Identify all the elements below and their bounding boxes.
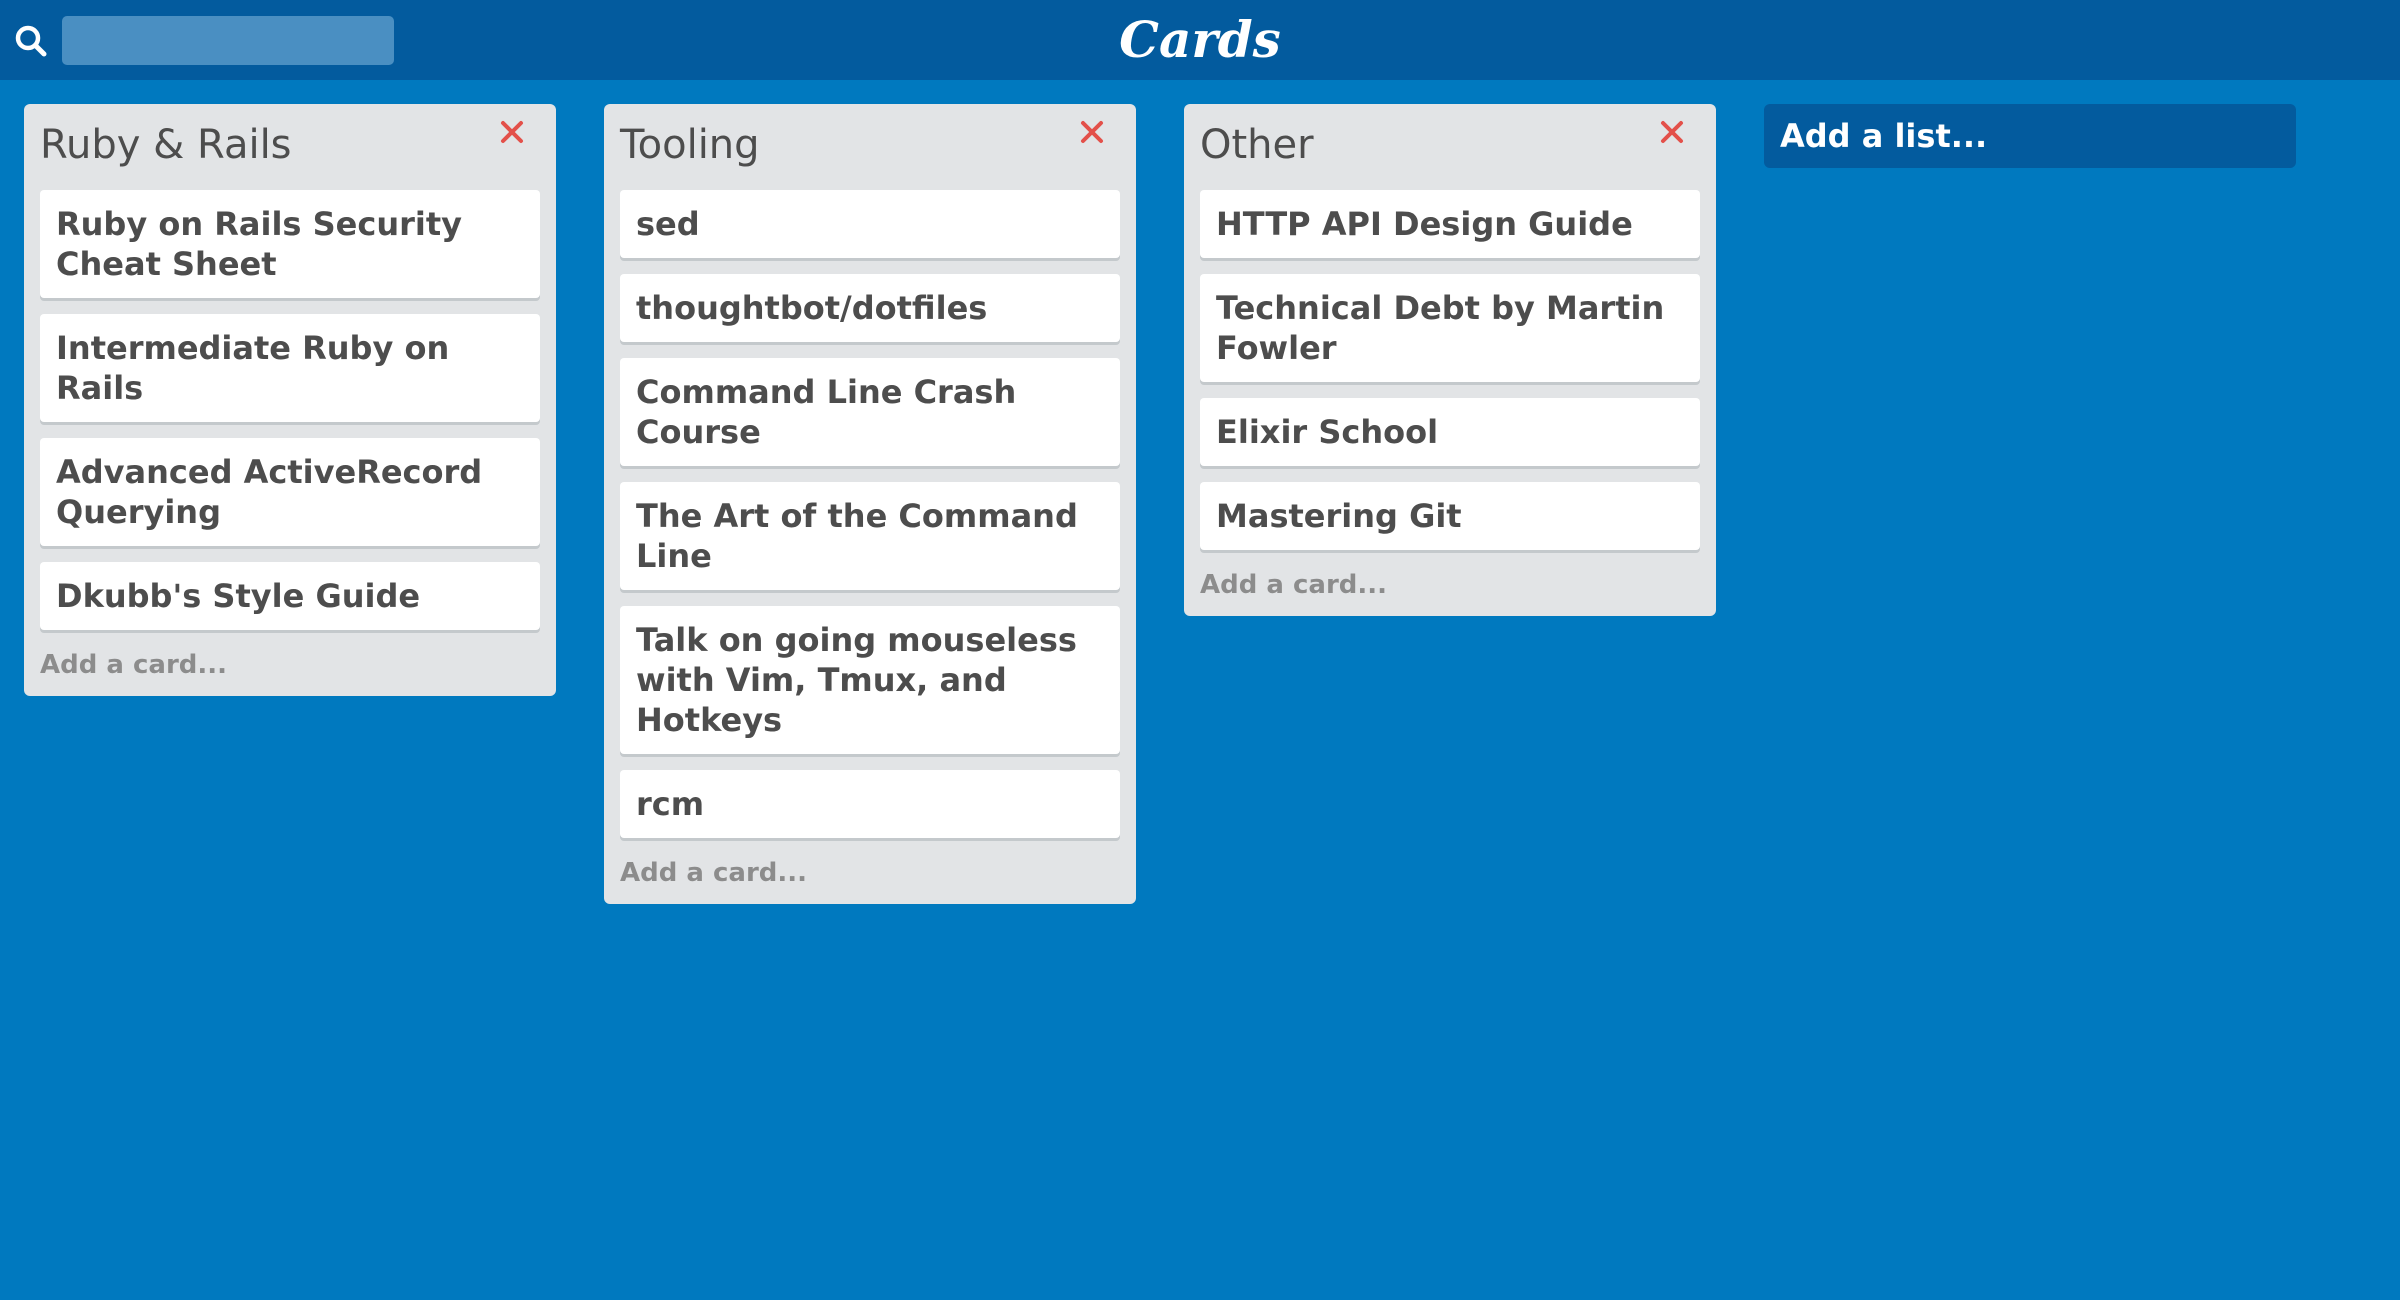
list-ruby-rails: Ruby & Rails Ruby on Rails Security Chea… [24,104,556,696]
card[interactable]: HTTP API Design Guide [1200,190,1700,258]
card[interactable]: Ruby on Rails Security Cheat Sheet [40,190,540,298]
close-icon[interactable] [1654,114,1690,150]
card[interactable]: Mastering Git [1200,482,1700,550]
add-list-button[interactable]: Add a list... [1764,104,2296,168]
card[interactable]: sed [620,190,1120,258]
board: Ruby & Rails Ruby on Rails Security Chea… [24,104,2296,904]
card[interactable]: rcm [620,770,1120,838]
card[interactable]: Talk on going mouseless with Vim, Tmux, … [620,606,1120,754]
list-title[interactable]: Tooling [620,114,760,176]
add-card-button[interactable]: Add a card... [40,646,540,682]
card[interactable]: The Art of the Command Line [620,482,1120,590]
card[interactable]: thoughtbot/dotfiles [620,274,1120,342]
card[interactable]: Command Line Crash Course [620,358,1120,466]
card[interactable]: Intermediate Ruby on Rails [40,314,540,422]
list-header: Ruby & Rails [40,104,540,190]
close-icon[interactable] [1074,114,1110,150]
add-card-button[interactable]: Add a card... [620,854,1120,890]
list-title[interactable]: Other [1200,114,1314,176]
list-tooling: Tooling sed thoughtbot/dotfiles Command … [604,104,1136,904]
top-bar: Cards [0,0,2400,80]
card[interactable]: Advanced ActiveRecord Querying [40,438,540,546]
search-input[interactable] [62,16,394,65]
close-icon[interactable] [494,114,530,150]
list-header: Tooling [620,104,1120,190]
list-other: Other HTTP API Design Guide Technical De… [1184,104,1716,616]
list-header: Other [1200,104,1700,190]
add-card-button[interactable]: Add a card... [1200,566,1700,602]
card[interactable]: Elixir School [1200,398,1700,466]
list-title[interactable]: Ruby & Rails [40,114,292,176]
search-icon[interactable] [14,24,48,58]
card[interactable]: Dkubb's Style Guide [40,562,540,630]
card[interactable]: Technical Debt by Martin Fowler [1200,274,1700,382]
